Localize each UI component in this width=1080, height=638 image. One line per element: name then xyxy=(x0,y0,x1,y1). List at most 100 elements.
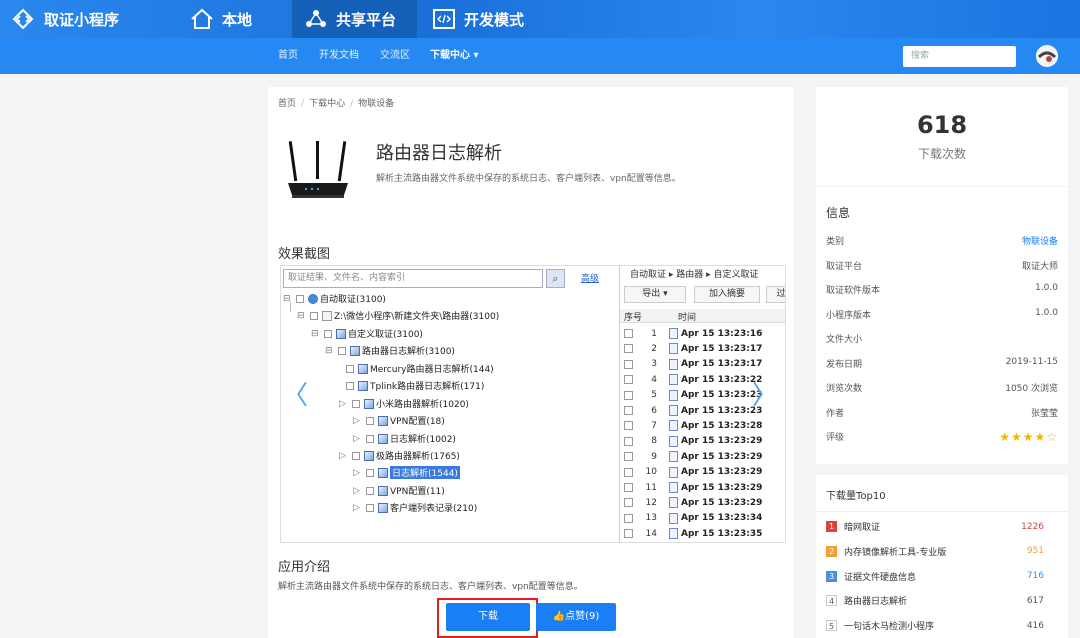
info-row: 发布日期 2019-11-15 xyxy=(826,357,1058,370)
brand-icon xyxy=(12,8,34,30)
like-button[interactable]: 👍点赞(9) xyxy=(536,603,616,631)
tree-node: ⊟ 路由器日志解析(3100) xyxy=(325,345,455,357)
router-app-image xyxy=(286,139,350,203)
nav-dev-mode[interactable]: 开发模式 xyxy=(432,0,524,38)
preview-table-row: 7 Apr 15 13:23:28 xyxy=(620,418,785,433)
rank-badge: 3 xyxy=(826,570,837,582)
top10-item[interactable]: 3 证据文件硬盘信息 716 xyxy=(826,570,1058,583)
breadcrumb-download[interactable]: 下载中心 xyxy=(309,99,345,109)
breadcrumb-iot[interactable]: 物联设备 xyxy=(358,99,394,109)
top10-item-count: 1226 xyxy=(1021,521,1044,532)
top10-item-count: 416 xyxy=(1026,620,1044,631)
breadcrumb: 首页 / 下载中心 / 物联设备 xyxy=(278,99,395,109)
info-value: 取证大师 xyxy=(1021,261,1058,272)
nav-dev-label: 开发模式 xyxy=(464,10,525,29)
info-key: 发布日期 xyxy=(826,359,863,370)
preview-more-button: 过 xyxy=(766,286,785,303)
preview-path: 自动取证 ▸ 路由器 ▸ 自定义取证 xyxy=(630,270,759,280)
top10-item-count: 716 xyxy=(1026,571,1044,582)
preview-add-summary-button: 加入摘要 xyxy=(694,286,760,303)
app-screenshot-preview: 取证结果、文件名、内容索引 ⌕ 高级 ⊟ 自动取证(3100) ⊟ Z:\微信小程序… xyxy=(280,265,786,543)
tree-node: ▷ 客户端列表记录(210) xyxy=(353,502,478,514)
info-value[interactable]: 物联设备 xyxy=(1022,234,1058,247)
info-key: 小程序版本 xyxy=(826,310,872,321)
preview-table-header: 序号 时间 xyxy=(620,309,785,323)
share-network-icon xyxy=(304,8,326,30)
info-key: 取证平台 xyxy=(826,261,863,272)
info-value: 1.0.0 xyxy=(1035,307,1058,318)
subnav-home[interactable]: 首页 xyxy=(278,38,298,74)
tree-node: ▷ VPN配置(11) xyxy=(353,485,445,497)
app-description: 解析主流路由器文件系统中保存的系统日志、客户端列表、vpn配置等信息。 xyxy=(376,174,681,184)
nav-local-label: 本地 xyxy=(222,10,253,29)
subnav-download-center[interactable]: 下载中心 ▾ xyxy=(430,38,479,74)
rank-badge: 4 xyxy=(826,595,837,607)
preview-advanced-link: 高级 xyxy=(581,274,600,284)
info-key: 文件大小 xyxy=(826,335,863,345)
user-avatar[interactable] xyxy=(1036,45,1058,67)
col-time: 时间 xyxy=(678,313,697,323)
info-row: 评级 ★★★★☆ xyxy=(826,430,1058,444)
preview-search-icon: ⌕ xyxy=(546,269,565,288)
breadcrumb-home[interactable]: 首页 xyxy=(278,99,296,109)
top10-item-name: 暗网取证 xyxy=(844,523,881,533)
info-card: 信息 类别 物联设备 取证平台 取证大师取证软件版本 1.0.0 小程序版本 1.0.0 文件… xyxy=(816,187,1068,464)
top10-item-name: 一句话木马检测小程序 xyxy=(844,622,935,633)
app-title: 路由器日志解析 xyxy=(376,143,502,164)
info-row: 作者 张莹莹 xyxy=(826,406,1058,419)
nav-share-label: 共享平台 xyxy=(336,10,397,29)
carousel-prev-icon[interactable]: 〈 xyxy=(282,375,308,412)
top10-item-name: 证据文件硬盘信息 xyxy=(844,572,917,583)
download-count: 618 xyxy=(916,111,968,139)
info-title: 信息 xyxy=(826,206,851,220)
tree-node: Tplink路由器日志解析(171) xyxy=(343,379,484,392)
preview-table-row: 10 Apr 15 13:23:29 xyxy=(620,465,785,480)
tree-node-selected: ▷ 日志解析(1544) xyxy=(353,466,460,479)
download-highlight-box xyxy=(437,598,538,638)
preview-table-row: 1 Apr 15 13:23:16 xyxy=(620,326,785,341)
tree-node: ▷ 小米路由器解析(1020) xyxy=(339,398,469,410)
info-row: 类别 物联设备 xyxy=(826,234,1058,247)
preview-search-input: 取证结果、文件名、内容索引 xyxy=(283,269,543,288)
subnav-docs[interactable]: 开发文档 xyxy=(319,38,359,74)
top10-item-count: 617 xyxy=(1026,595,1044,606)
screenshot-section-title: 效果截图 xyxy=(278,247,331,262)
info-value: ★★★★☆ xyxy=(999,430,1058,444)
carousel-next-icon[interactable]: 〉 xyxy=(752,375,778,412)
rank-badge: 5 xyxy=(826,620,837,632)
main-panel: 首页 / 下载中心 / 物联设备 路由器日志解析 解析主流路由器文件系统中保存的系统日志… xyxy=(268,87,794,638)
info-value: 1050 次浏览 xyxy=(1005,384,1058,394)
intro-text: 解析主流路由器文件系统中保存的系统日志、客户端列表、vpn配置等信息。 xyxy=(278,582,583,592)
col-index: 序号 xyxy=(624,313,643,323)
nav-share-platform[interactable]: 共享平台 xyxy=(292,0,417,38)
top10-item-name: 内存镜像解析工具-专业版 xyxy=(844,547,947,558)
top10-item[interactable]: 1 暗网取证 1226 xyxy=(826,520,1058,533)
nav-local[interactable]: 本地 xyxy=(190,0,266,38)
preview-table-row: 8 Apr 15 13:23:29 xyxy=(620,434,785,449)
info-key: 作者 xyxy=(826,408,845,419)
top10-item-count: 951 xyxy=(1026,546,1044,557)
top10-item[interactable]: 5 一句话木马检测小程序 416 xyxy=(826,619,1058,632)
subnav-forum[interactable]: 交流区 xyxy=(380,38,410,74)
preview-table-row: 2 Apr 15 13:23:17 xyxy=(620,341,785,356)
info-value: 张莹莹 xyxy=(1030,408,1058,419)
info-value: 1.0.0 xyxy=(1035,283,1058,293)
top-nav-background xyxy=(0,0,1080,38)
preview-table-row: 3 Apr 15 13:23:17 xyxy=(620,357,785,372)
top10-item[interactable]: 2 内存镜像解析工具-专业版 951 xyxy=(826,545,1058,558)
tree-node: ⊟ 自动取证(3100) xyxy=(283,293,386,305)
info-key: 取证软件版本 xyxy=(826,286,881,296)
brand-logo-link[interactable]: 取证小程序 xyxy=(12,0,119,38)
search-input[interactable]: 搜索 xyxy=(903,46,1016,67)
top10-card: 下载量Top10 1 暗网取证 1226 2 内存镜像解析工具-专业版 951 3 证据文件硬… xyxy=(816,475,1068,638)
info-row: 浏览次数 1050 次浏览 xyxy=(826,381,1058,394)
top10-item[interactable]: 4 路由器日志解析 617 xyxy=(826,594,1058,607)
preview-table-row: 14 Apr 15 13:23:35 xyxy=(620,526,785,541)
preview-export-button: 导出 ▾ xyxy=(624,286,686,303)
info-key: 评级 xyxy=(826,433,845,443)
top-nav-bar xyxy=(0,0,1080,38)
top10-title: 下载量Top10 xyxy=(826,491,886,502)
info-row: 小程序版本 1.0.0 xyxy=(826,308,1058,321)
intro-title: 应用介绍 xyxy=(278,560,331,575)
download-stats-card: 618 下载次数 xyxy=(816,87,1068,186)
